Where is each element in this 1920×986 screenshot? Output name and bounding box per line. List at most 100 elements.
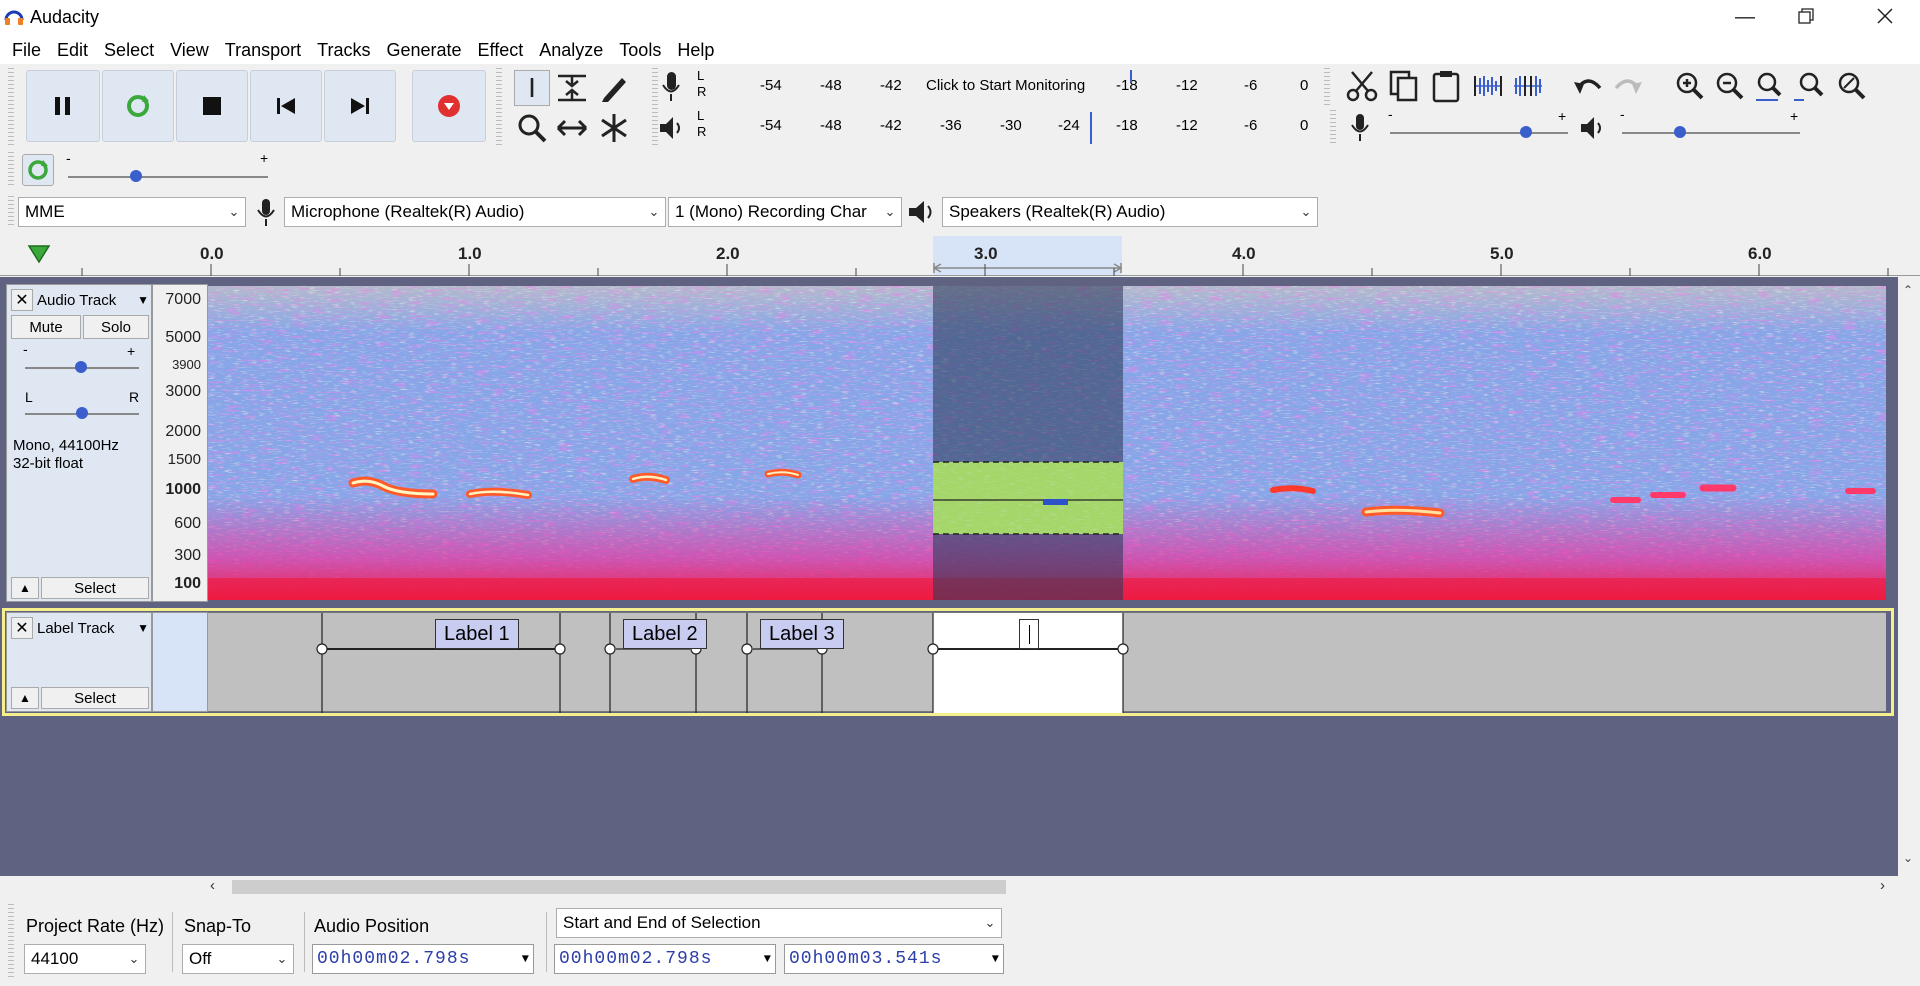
- zoom-out-icon[interactable]: [1712, 68, 1748, 104]
- play-speed-slider[interactable]: [68, 170, 268, 182]
- zoom-tool-icon[interactable]: [514, 110, 550, 146]
- pan-slider[interactable]: [25, 407, 139, 419]
- audio-track-select-button[interactable]: Select: [41, 577, 149, 599]
- horizontal-scroll-thumb[interactable]: [232, 880, 1006, 894]
- menu-generate[interactable]: Generate: [378, 36, 469, 64]
- vertical-scrollbar[interactable]: ⌃ ⌄: [1898, 277, 1920, 876]
- trim-audio-icon[interactable]: [1470, 68, 1506, 104]
- time-format-arrow-icon[interactable]: ▼: [522, 952, 533, 966]
- fit-project-icon[interactable]: [1792, 68, 1828, 104]
- zoom-toggle-icon[interactable]: [1834, 68, 1870, 104]
- draw-tool-icon[interactable]: [596, 70, 632, 106]
- stop-button[interactable]: [176, 70, 248, 142]
- scroll-down-icon[interactable]: ⌄: [1903, 851, 1913, 865]
- playback-volume-slider[interactable]: [1622, 126, 1800, 138]
- label-track-area[interactable]: Label 1 Label 2 Label 3: [208, 612, 1886, 713]
- record-meter-mic-icon[interactable]: [658, 70, 684, 104]
- multi-tool-icon[interactable]: [596, 110, 632, 146]
- selection-toolbar-grip[interactable]: [8, 904, 14, 980]
- play-at-speed-icon[interactable]: [22, 154, 54, 186]
- menu-tools[interactable]: Tools: [611, 36, 669, 64]
- spectral-selection[interactable]: [933, 286, 1123, 600]
- menu-help[interactable]: Help: [669, 36, 722, 64]
- fit-selection-icon[interactable]: [1752, 68, 1788, 104]
- label-2[interactable]: Label 2: [623, 619, 707, 649]
- label-3[interactable]: Label 3: [760, 619, 844, 649]
- skip-to-start-button[interactable]: [250, 70, 322, 142]
- mute-button[interactable]: Mute: [11, 315, 81, 339]
- selection-mode-select[interactable]: Start and End of Selection ⌄: [556, 908, 1002, 938]
- silence-audio-icon[interactable]: [1510, 68, 1546, 104]
- label-track-control-panel[interactable]: ✕ Label Track ▼ ▲ Select: [6, 612, 152, 712]
- menu-file[interactable]: File: [4, 36, 49, 64]
- copy-icon[interactable]: [1386, 68, 1422, 104]
- cut-icon[interactable]: [1344, 68, 1380, 104]
- selection-end-field[interactable]: 00h00m03.541s ▼: [784, 944, 1004, 974]
- menu-tracks[interactable]: Tracks: [309, 36, 378, 64]
- scroll-left-icon[interactable]: ‹: [210, 877, 215, 894]
- frequency-scale[interactable]: 7000 5000 3900 3000 2000 1500 1000 600 3…: [152, 284, 208, 602]
- input-channels-select[interactable]: 1 (Mono) Recording Char ⌄: [668, 197, 902, 227]
- menu-transport[interactable]: Transport: [217, 36, 309, 64]
- envelope-tool-icon[interactable]: [554, 70, 590, 106]
- audio-track-close-button[interactable]: ✕: [11, 289, 33, 311]
- redo-icon[interactable]: [1610, 68, 1646, 104]
- horizontal-scrollbar[interactable]: ‹ ›: [208, 876, 1898, 898]
- play-at-speed-grip[interactable]: [8, 152, 14, 188]
- playback-volume-thumb[interactable]: [1674, 126, 1686, 138]
- menu-effect[interactable]: Effect: [470, 36, 532, 64]
- recording-volume-slider[interactable]: [1390, 126, 1568, 138]
- selection-start-field[interactable]: 00h00m02.798s ▼: [554, 944, 776, 974]
- audio-track-control-panel[interactable]: ✕ Audio Track ▼ Mute Solo - + L R Mono, 4…: [6, 284, 152, 602]
- scroll-up-icon[interactable]: ⌃: [1903, 283, 1913, 297]
- loop-button[interactable]: [102, 70, 174, 142]
- scroll-right-icon[interactable]: ›: [1880, 877, 1885, 894]
- solo-button[interactable]: Solo: [83, 315, 149, 339]
- time-format-arrow-icon[interactable]: ▼: [992, 952, 1003, 966]
- label-1[interactable]: Label 1: [435, 619, 519, 649]
- pause-button[interactable]: [26, 70, 100, 142]
- menu-edit[interactable]: Edit: [49, 36, 96, 64]
- input-device-select[interactable]: Microphone (Realtek(R) Audio) ⌄: [284, 197, 666, 227]
- timeline-ruler[interactable]: 0.0 1.0 2.0 3.0 4.0 5.0 6.0: [0, 236, 1920, 276]
- audio-track-collapse-button[interactable]: ▲: [11, 577, 39, 599]
- record-meter[interactable]: -54 -48 -42 Click to Start Monitoring -1…: [712, 70, 1314, 102]
- audio-track-name-menu[interactable]: Audio Track ▼: [37, 289, 149, 311]
- project-rate-select[interactable]: 44100 ⌄: [24, 944, 146, 974]
- close-icon[interactable]: [1860, 0, 1910, 34]
- spectrogram-view[interactable]: [208, 286, 1886, 600]
- transport-grip[interactable]: [8, 68, 14, 148]
- restore-icon[interactable]: [1782, 0, 1828, 34]
- time-format-arrow-icon[interactable]: ▼: [764, 952, 775, 966]
- menu-view[interactable]: View: [162, 36, 217, 64]
- new-label-edit-box[interactable]: [1019, 619, 1039, 649]
- mixer-grip[interactable]: [1330, 110, 1336, 146]
- label-track-select-button[interactable]: Select: [41, 687, 149, 709]
- click-to-start-monitoring[interactable]: Click to Start Monitoring: [926, 77, 1085, 94]
- play-speed-thumb[interactable]: [130, 170, 142, 182]
- minimize-icon[interactable]: —: [1722, 0, 1768, 34]
- selection-tool-icon[interactable]: I: [514, 70, 550, 106]
- label-track-collapse-button[interactable]: ▲: [11, 687, 39, 709]
- play-meter[interactable]: -54 -48 -42 -36 -30 -24 -18 -12 -6 0: [712, 112, 1314, 144]
- gain-thumb[interactable]: [75, 361, 87, 373]
- timeshift-tool-icon[interactable]: [554, 110, 590, 146]
- tools-grip[interactable]: [496, 68, 502, 148]
- menu-select[interactable]: Select: [96, 36, 162, 64]
- gain-slider[interactable]: [25, 361, 139, 373]
- play-meter-speaker-icon[interactable]: [656, 112, 686, 144]
- audio-position-field[interactable]: 00h00m02.798s ▼: [312, 944, 534, 974]
- pan-thumb[interactable]: [76, 407, 88, 419]
- output-device-select[interactable]: Speakers (Realtek(R) Audio) ⌄: [942, 197, 1318, 227]
- audio-host-select[interactable]: MME ⌄: [18, 197, 246, 227]
- undo-icon[interactable]: [1570, 68, 1606, 104]
- snap-to-select[interactable]: Off ⌄: [182, 944, 294, 974]
- edit-grip[interactable]: [1324, 68, 1330, 108]
- label-track-name-menu[interactable]: Label Track ▼: [37, 617, 149, 639]
- paste-icon[interactable]: [1428, 68, 1464, 104]
- device-grip[interactable]: [8, 196, 14, 228]
- recording-volume-thumb[interactable]: [1520, 126, 1532, 138]
- label-track-close-button[interactable]: ✕: [11, 617, 33, 639]
- menu-analyze[interactable]: Analyze: [531, 36, 611, 64]
- record-button[interactable]: [412, 70, 486, 142]
